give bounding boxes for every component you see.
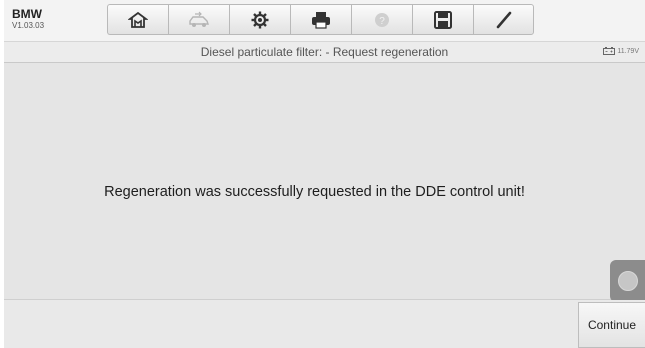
vehicle-swap-icon xyxy=(189,11,209,27)
brand-name: BMW xyxy=(12,7,42,21)
edit-button[interactable] xyxy=(473,4,534,35)
settings-button[interactable] xyxy=(229,4,290,35)
battery-icon xyxy=(603,47,616,55)
print-button[interactable] xyxy=(290,4,351,35)
settings-gear-icon xyxy=(251,11,269,28)
vehicle-swap-button[interactable] xyxy=(168,4,229,35)
status-message: Regeneration was successfully requested … xyxy=(104,184,525,200)
home-icon xyxy=(128,11,148,28)
page-title: Diesel particulate filter: - Request reg… xyxy=(200,45,449,59)
app-window: BMW V1.03.03 ? Diesel particulate filter… xyxy=(4,0,645,348)
software-version: V1.03.03 xyxy=(12,21,45,30)
save-button[interactable] xyxy=(412,4,473,35)
help-icon: ? xyxy=(375,12,389,27)
toolbar-buttons: ? xyxy=(107,4,547,35)
brand-block: BMW V1.03.03 xyxy=(12,8,44,30)
print-icon xyxy=(312,11,330,29)
floating-circle-icon xyxy=(617,271,638,291)
battery-voltage: 11.79V xyxy=(617,47,639,55)
save-icon xyxy=(434,10,452,29)
svg-text:?: ? xyxy=(379,16,385,27)
title-bar: Diesel particulate filter: - Request reg… xyxy=(4,42,645,63)
main-content: Regeneration was successfully requested … xyxy=(4,63,645,302)
top-toolbar: BMW V1.03.03 ? xyxy=(4,0,645,42)
home-button[interactable] xyxy=(107,4,168,35)
battery-status: 11.79V xyxy=(603,47,639,55)
edit-pen-icon xyxy=(496,11,511,28)
help-button[interactable]: ? xyxy=(351,4,412,35)
bottom-bar: Continue xyxy=(4,300,645,348)
continue-button[interactable]: Continue xyxy=(578,302,645,348)
floating-shortcut-button[interactable] xyxy=(610,260,645,302)
